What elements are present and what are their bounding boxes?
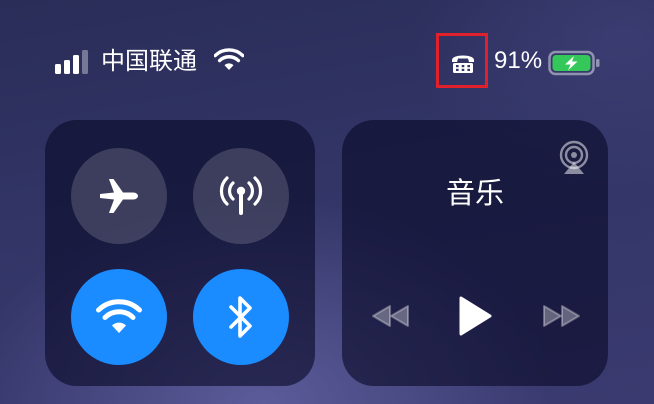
bluetooth-toggle[interactable]	[193, 269, 289, 365]
wifi-status-icon	[213, 48, 245, 76]
play-icon	[459, 296, 492, 336]
cellular-antenna-icon	[219, 176, 263, 215]
wifi-icon	[96, 299, 142, 333]
airplane-icon	[100, 179, 138, 213]
cellular-signal-icon	[55, 48, 93, 74]
next-track-button[interactable]	[540, 304, 582, 332]
previous-track-button[interactable]	[370, 304, 412, 332]
previous-track-icon	[372, 305, 409, 327]
battery-percentage: 91%	[494, 47, 543, 74]
play-button[interactable]	[456, 294, 494, 342]
next-track-icon	[543, 305, 580, 327]
bluetooth-icon	[229, 296, 252, 338]
tty-icon	[450, 52, 476, 78]
battery-icon	[548, 50, 602, 80]
music-title: 音乐	[445, 176, 504, 210]
wifi-toggle[interactable]	[71, 269, 167, 365]
carrier-name: 中国联通	[101, 47, 197, 75]
cellular-data-toggle[interactable]	[193, 148, 289, 244]
airplane-mode-toggle[interactable]	[71, 148, 167, 244]
